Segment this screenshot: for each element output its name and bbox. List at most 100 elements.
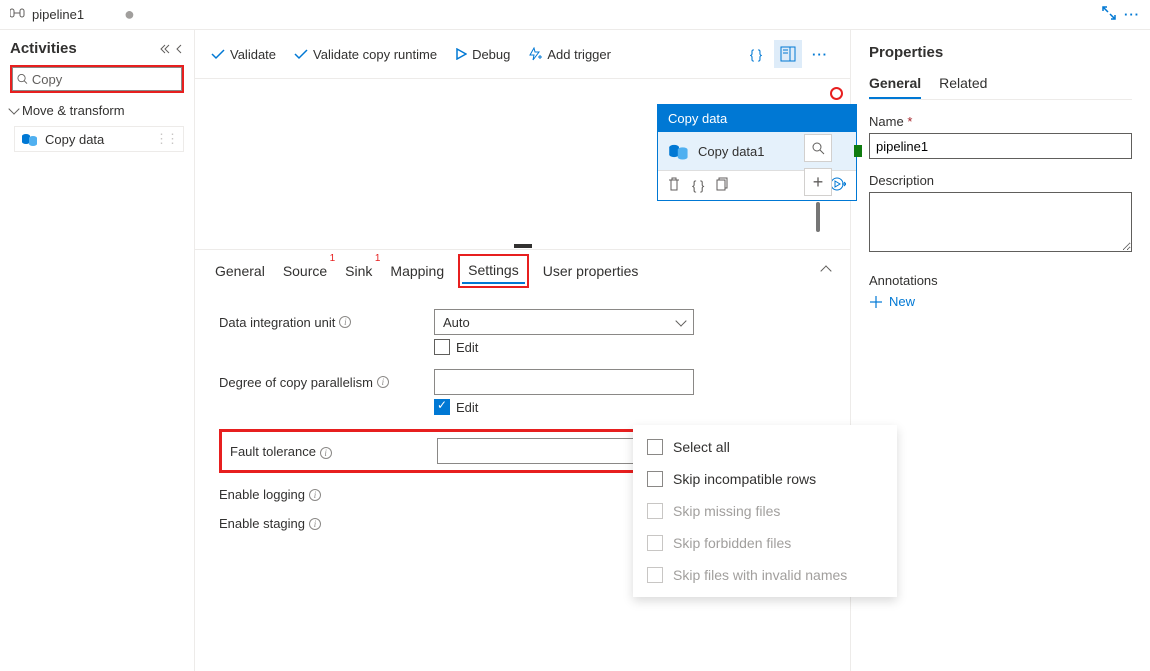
option-skip-invalid-names: Skip files with invalid names (633, 559, 897, 591)
node-header: Copy data (658, 105, 856, 132)
activity-tabs: General Source 1 Sink 1 Mapping Settings… (195, 249, 850, 291)
activity-search-input[interactable] (32, 72, 177, 87)
clone-icon[interactable] (716, 177, 729, 194)
unsaved-dot: ● (124, 4, 135, 25)
info-icon[interactable]: i (339, 316, 351, 328)
staging-label: Enable staging i (219, 516, 434, 531)
category-move-transform[interactable]: Move & transform (10, 99, 184, 122)
pipeline-icon (10, 7, 26, 22)
code-icon[interactable]: { } (692, 178, 704, 193)
error-badge: 1 (330, 253, 336, 264)
props-tab-related[interactable]: Related (939, 75, 987, 99)
output-port[interactable] (854, 145, 862, 157)
zoom-in-button[interactable]: + (804, 168, 832, 196)
tab-mapping[interactable]: Mapping (390, 259, 444, 283)
validate-copy-label: Validate copy runtime (313, 47, 437, 62)
option-select-all[interactable]: Select all (633, 431, 897, 463)
checkbox[interactable] (647, 471, 663, 487)
checkbox (647, 535, 663, 551)
trigger-icon (528, 47, 542, 61)
option-skip-forbidden: Skip forbidden files (633, 527, 897, 559)
diu-edit-checkbox[interactable] (434, 339, 450, 355)
option-skip-missing: Skip missing files (633, 495, 897, 527)
tab-user-properties[interactable]: User properties (543, 259, 639, 283)
info-icon[interactable]: i (309, 489, 321, 501)
delete-icon[interactable] (668, 177, 680, 194)
grip-icon: ⋮⋮ (155, 131, 177, 147)
name-label: Name * (869, 114, 1132, 129)
checkbox (647, 567, 663, 583)
plus-icon (869, 295, 883, 309)
pipeline-title: pipeline1 (32, 7, 84, 22)
tab-source[interactable]: Source 1 (283, 259, 327, 283)
logging-label: Enable logging i (219, 487, 434, 502)
canvas-toolbar: Validate Validate copy runtime Debug Add… (195, 30, 850, 79)
validate-button[interactable]: Validate (211, 47, 276, 62)
chevron-down-icon (675, 315, 686, 326)
annotations-label: Annotations (869, 273, 1132, 288)
description-input[interactable] (869, 192, 1132, 252)
collapse-tabs[interactable] (822, 263, 830, 278)
checkbox[interactable] (647, 439, 663, 455)
fit-button[interactable] (804, 134, 832, 162)
new-annotation-button[interactable]: New (869, 294, 1132, 309)
tab-settings[interactable]: Settings (462, 258, 525, 284)
fault-tolerance-highlight: Fault tolerance i (219, 429, 704, 473)
info-icon[interactable]: i (377, 376, 389, 388)
name-input[interactable] (869, 133, 1132, 159)
tab-sink-label: Sink (345, 263, 372, 279)
more-icon[interactable]: ··· (1124, 7, 1140, 22)
option-skip-incompatible[interactable]: Skip incompatible rows (633, 463, 897, 495)
activities-panel: Activities Move & transform Copy data ⋮⋮ (0, 30, 195, 671)
tab-sink[interactable]: Sink 1 (345, 259, 372, 283)
collapse-icons[interactable] (160, 43, 184, 55)
add-trigger-label: Add trigger (547, 47, 611, 62)
top-bar: pipeline1 ● ··· (0, 0, 1150, 30)
copy-data-icon (668, 142, 690, 160)
dop-edit-checkbox[interactable] (434, 399, 450, 415)
option-label: Skip forbidden files (673, 535, 791, 551)
dop-label: Degree of copy parallelism i (219, 375, 434, 390)
info-icon[interactable]: i (320, 447, 332, 459)
option-label: Skip missing files (673, 503, 780, 519)
search-icon (17, 73, 28, 85)
highlight-circle (830, 87, 843, 100)
props-tab-general[interactable]: General (869, 75, 921, 99)
error-badge: 1 (375, 253, 381, 264)
tab-source-label: Source (283, 263, 327, 279)
validate-copy-button[interactable]: Validate copy runtime (294, 47, 437, 62)
option-label: Select all (673, 439, 730, 455)
properties-heading: Properties (869, 44, 1132, 61)
properties-toggle[interactable] (774, 40, 802, 68)
code-view-button[interactable]: { } (742, 40, 770, 68)
fault-tolerance-dropdown: Select all Skip incompatible rows Skip m… (633, 425, 897, 597)
validate-label: Validate (230, 47, 276, 62)
activities-heading: Activities (10, 40, 77, 57)
info-icon[interactable]: i (309, 518, 321, 530)
edit-label: Edit (456, 400, 478, 415)
copy-data-icon (21, 132, 39, 146)
diu-label: Data integration unit i (219, 315, 434, 330)
debug-button[interactable]: Debug (455, 47, 510, 62)
expand-icon[interactable] (1102, 6, 1116, 23)
fault-label: Fault tolerance (230, 444, 316, 459)
diu-select[interactable]: Auto (434, 309, 694, 335)
option-label: Skip incompatible rows (673, 471, 816, 487)
category-label: Move & transform (22, 103, 125, 118)
dop-input[interactable] (434, 369, 694, 395)
chevron-down-icon (8, 103, 19, 114)
run-icon[interactable] (830, 177, 846, 194)
tab-general[interactable]: General (215, 259, 265, 283)
option-label: Skip files with invalid names (673, 567, 847, 583)
activity-search[interactable] (12, 67, 182, 91)
description-label: Description (869, 173, 1132, 188)
center-area: Validate Validate copy runtime Debug Add… (195, 30, 850, 671)
new-label: New (889, 294, 915, 309)
activity-label: Copy data (45, 132, 104, 147)
zoom-slider[interactable] (816, 202, 820, 232)
activity-copy-data[interactable]: Copy data ⋮⋮ (14, 126, 184, 152)
add-trigger-button[interactable]: Add trigger (528, 47, 611, 62)
more-menu[interactable]: ··· (806, 40, 834, 68)
debug-label: Debug (472, 47, 510, 62)
edit-label: Edit (456, 340, 478, 355)
